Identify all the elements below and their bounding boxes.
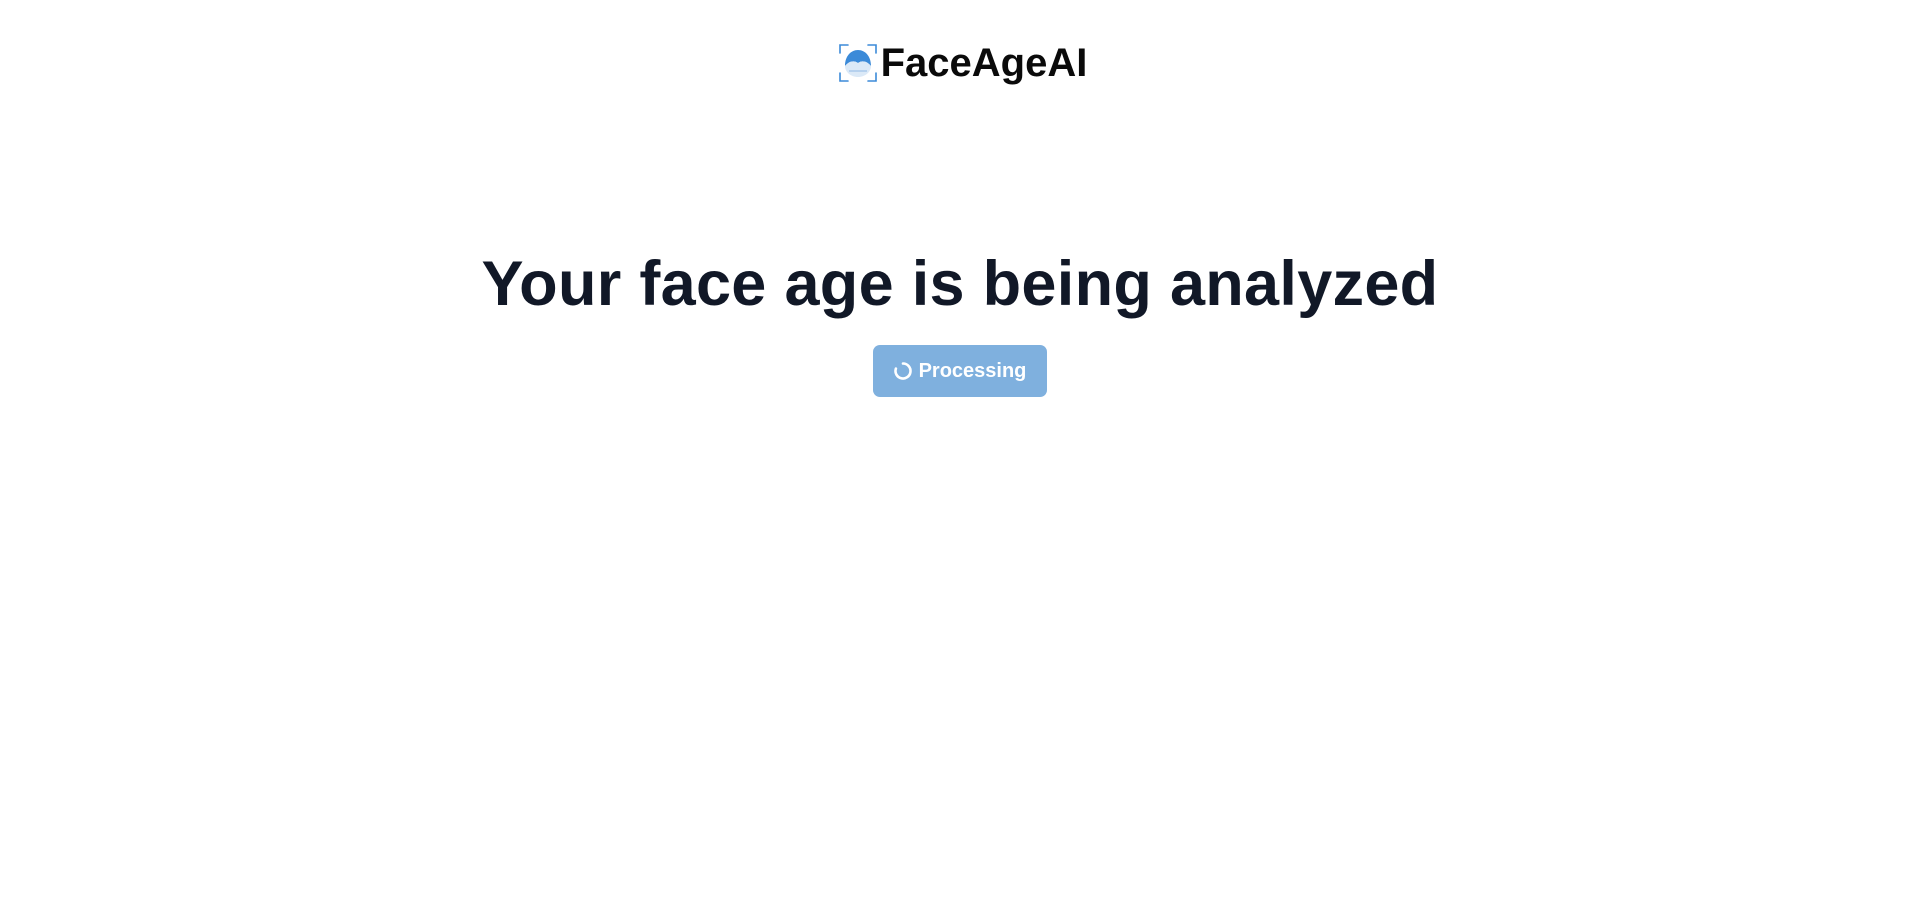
processing-button-label: Processing <box>918 359 1027 382</box>
page-title: Your face age is being analyzed <box>481 249 1439 319</box>
face-scan-icon <box>837 42 879 84</box>
main-content: Your face age is being analyzed Processi… <box>0 246 1920 397</box>
processing-button[interactable]: Processing <box>872 345 1048 397</box>
brand-logo-link[interactable]: FaceAgeAI <box>837 41 1088 85</box>
brand-name: FaceAgeAI <box>880 41 1088 85</box>
top-header: FaceAgeAI <box>0 40 1920 86</box>
spinner-icon <box>893 361 913 381</box>
